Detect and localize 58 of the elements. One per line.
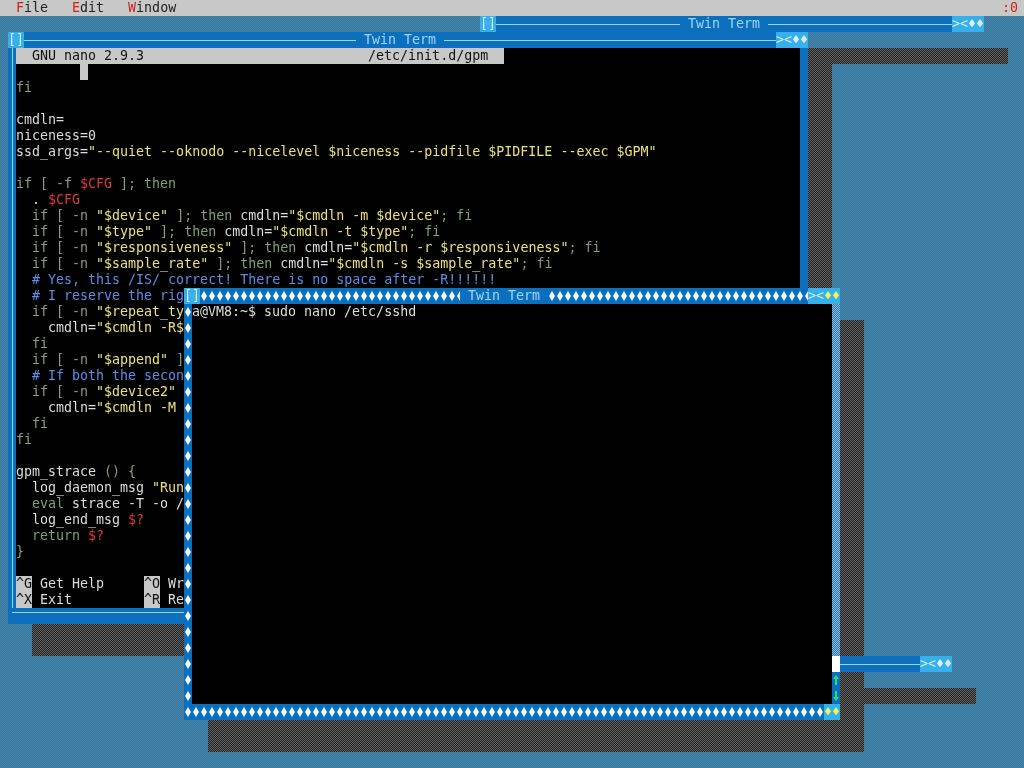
file-name: /etc/init.d/gpm	[368, 48, 489, 64]
zoom-button[interactable]: ><	[775, 32, 792, 48]
scrollbar-thumb[interactable]	[832, 656, 840, 672]
code-line: # Yes, this /IS/ correct! There is no space after -R!!!!!!	[31, 272, 497, 288]
code-line: log_end_msg $?	[31, 512, 145, 528]
code-line: if [ -n "$append" ]	[31, 352, 185, 368]
close-button[interactable]: []	[8, 32, 24, 48]
shortcut-key: ^R	[144, 592, 160, 608]
shortcut-key: ^G	[16, 576, 32, 592]
close-button[interactable]: []	[480, 16, 496, 32]
zoom-button[interactable]: ><	[951, 16, 968, 32]
code-line: . $CFG	[31, 192, 81, 208]
code-line: if [ -n "$device2"	[31, 384, 177, 400]
close-button[interactable]: []	[184, 288, 200, 304]
code-line: fi	[16, 432, 32, 448]
shortcut-label: Exit	[40, 592, 73, 608]
window-title: Twin Term	[686, 16, 761, 32]
display-name: :0	[1002, 0, 1018, 16]
code-line: if [ -f $CFG ]; then	[16, 176, 177, 192]
code-line: }	[16, 544, 24, 560]
code-line: cmdln=	[16, 112, 65, 128]
code-line: fi	[16, 80, 32, 96]
roll-button[interactable]: ♦♦	[936, 656, 952, 672]
code-line: fi	[31, 416, 49, 432]
code-line: return $?	[31, 528, 105, 544]
code-line: # If both the secon	[31, 368, 185, 384]
menu-item[interactable]: File	[16, 0, 49, 16]
menu-item[interactable]: Window	[128, 0, 177, 16]
shortcut-label: Wr	[168, 576, 185, 592]
roll-button[interactable]: ♦♦	[792, 32, 808, 48]
code-line: if [ -n "$device" ]; then cmdln="$cmdln -m $device"; fi	[31, 208, 473, 224]
code-line: eval strace -T -o /	[31, 496, 185, 512]
code-line: ssd_args="--quiet --oknodo --nicelevel $niceness --pidfile $PIDFILE --exec $GPM"	[16, 144, 657, 160]
zoom-button[interactable]: ><	[919, 656, 936, 672]
shortcut-label: Re	[168, 592, 185, 608]
shortcut-key: ^X	[16, 592, 32, 608]
roll-button[interactable]: ♦♦	[824, 288, 840, 304]
window-title: Twin Term	[362, 32, 437, 48]
scroll-up-icon[interactable]	[832, 672, 840, 688]
scroll-down-icon[interactable]	[832, 688, 840, 704]
code-line: niceness=0	[16, 128, 97, 144]
window-title: Twin Term	[466, 288, 541, 304]
code-line: if [ -n "$responsiveness" ]; then cmdln="$cmdln -r $responsiveness"; fi	[31, 240, 601, 256]
code-line: if [ -n "$sample_rate" ]; then cmdln="$cmdln -s $sample_rate"; fi	[31, 256, 553, 272]
code-line: cmdln="$cmdln -M	[47, 400, 177, 416]
code-line: gpm_strace () {	[16, 464, 137, 480]
code-line: # I reserve the rig	[31, 288, 185, 304]
shortcut-key: ^O	[144, 576, 160, 592]
nano-version: GNU nano 2.9.3	[32, 48, 145, 64]
code-line: fi	[31, 336, 49, 352]
menu-item[interactable]: Edit	[72, 0, 105, 16]
code-line: log_daemon_msg "Run	[31, 480, 185, 496]
code-line: if [ -n "$repeat_ty	[31, 304, 185, 320]
shortcut-label: Get Help	[40, 576, 105, 592]
code-line: cmdln="$cmdln -R$	[47, 320, 185, 336]
roll-button[interactable]: ♦♦	[968, 16, 984, 32]
terminal-line: a@VM8:~$ sudo nano /etc/sshd	[192, 304, 418, 320]
code-line: if [ -n "$type" ]; then cmdln="$cmdln -t $type"; fi	[31, 224, 441, 240]
